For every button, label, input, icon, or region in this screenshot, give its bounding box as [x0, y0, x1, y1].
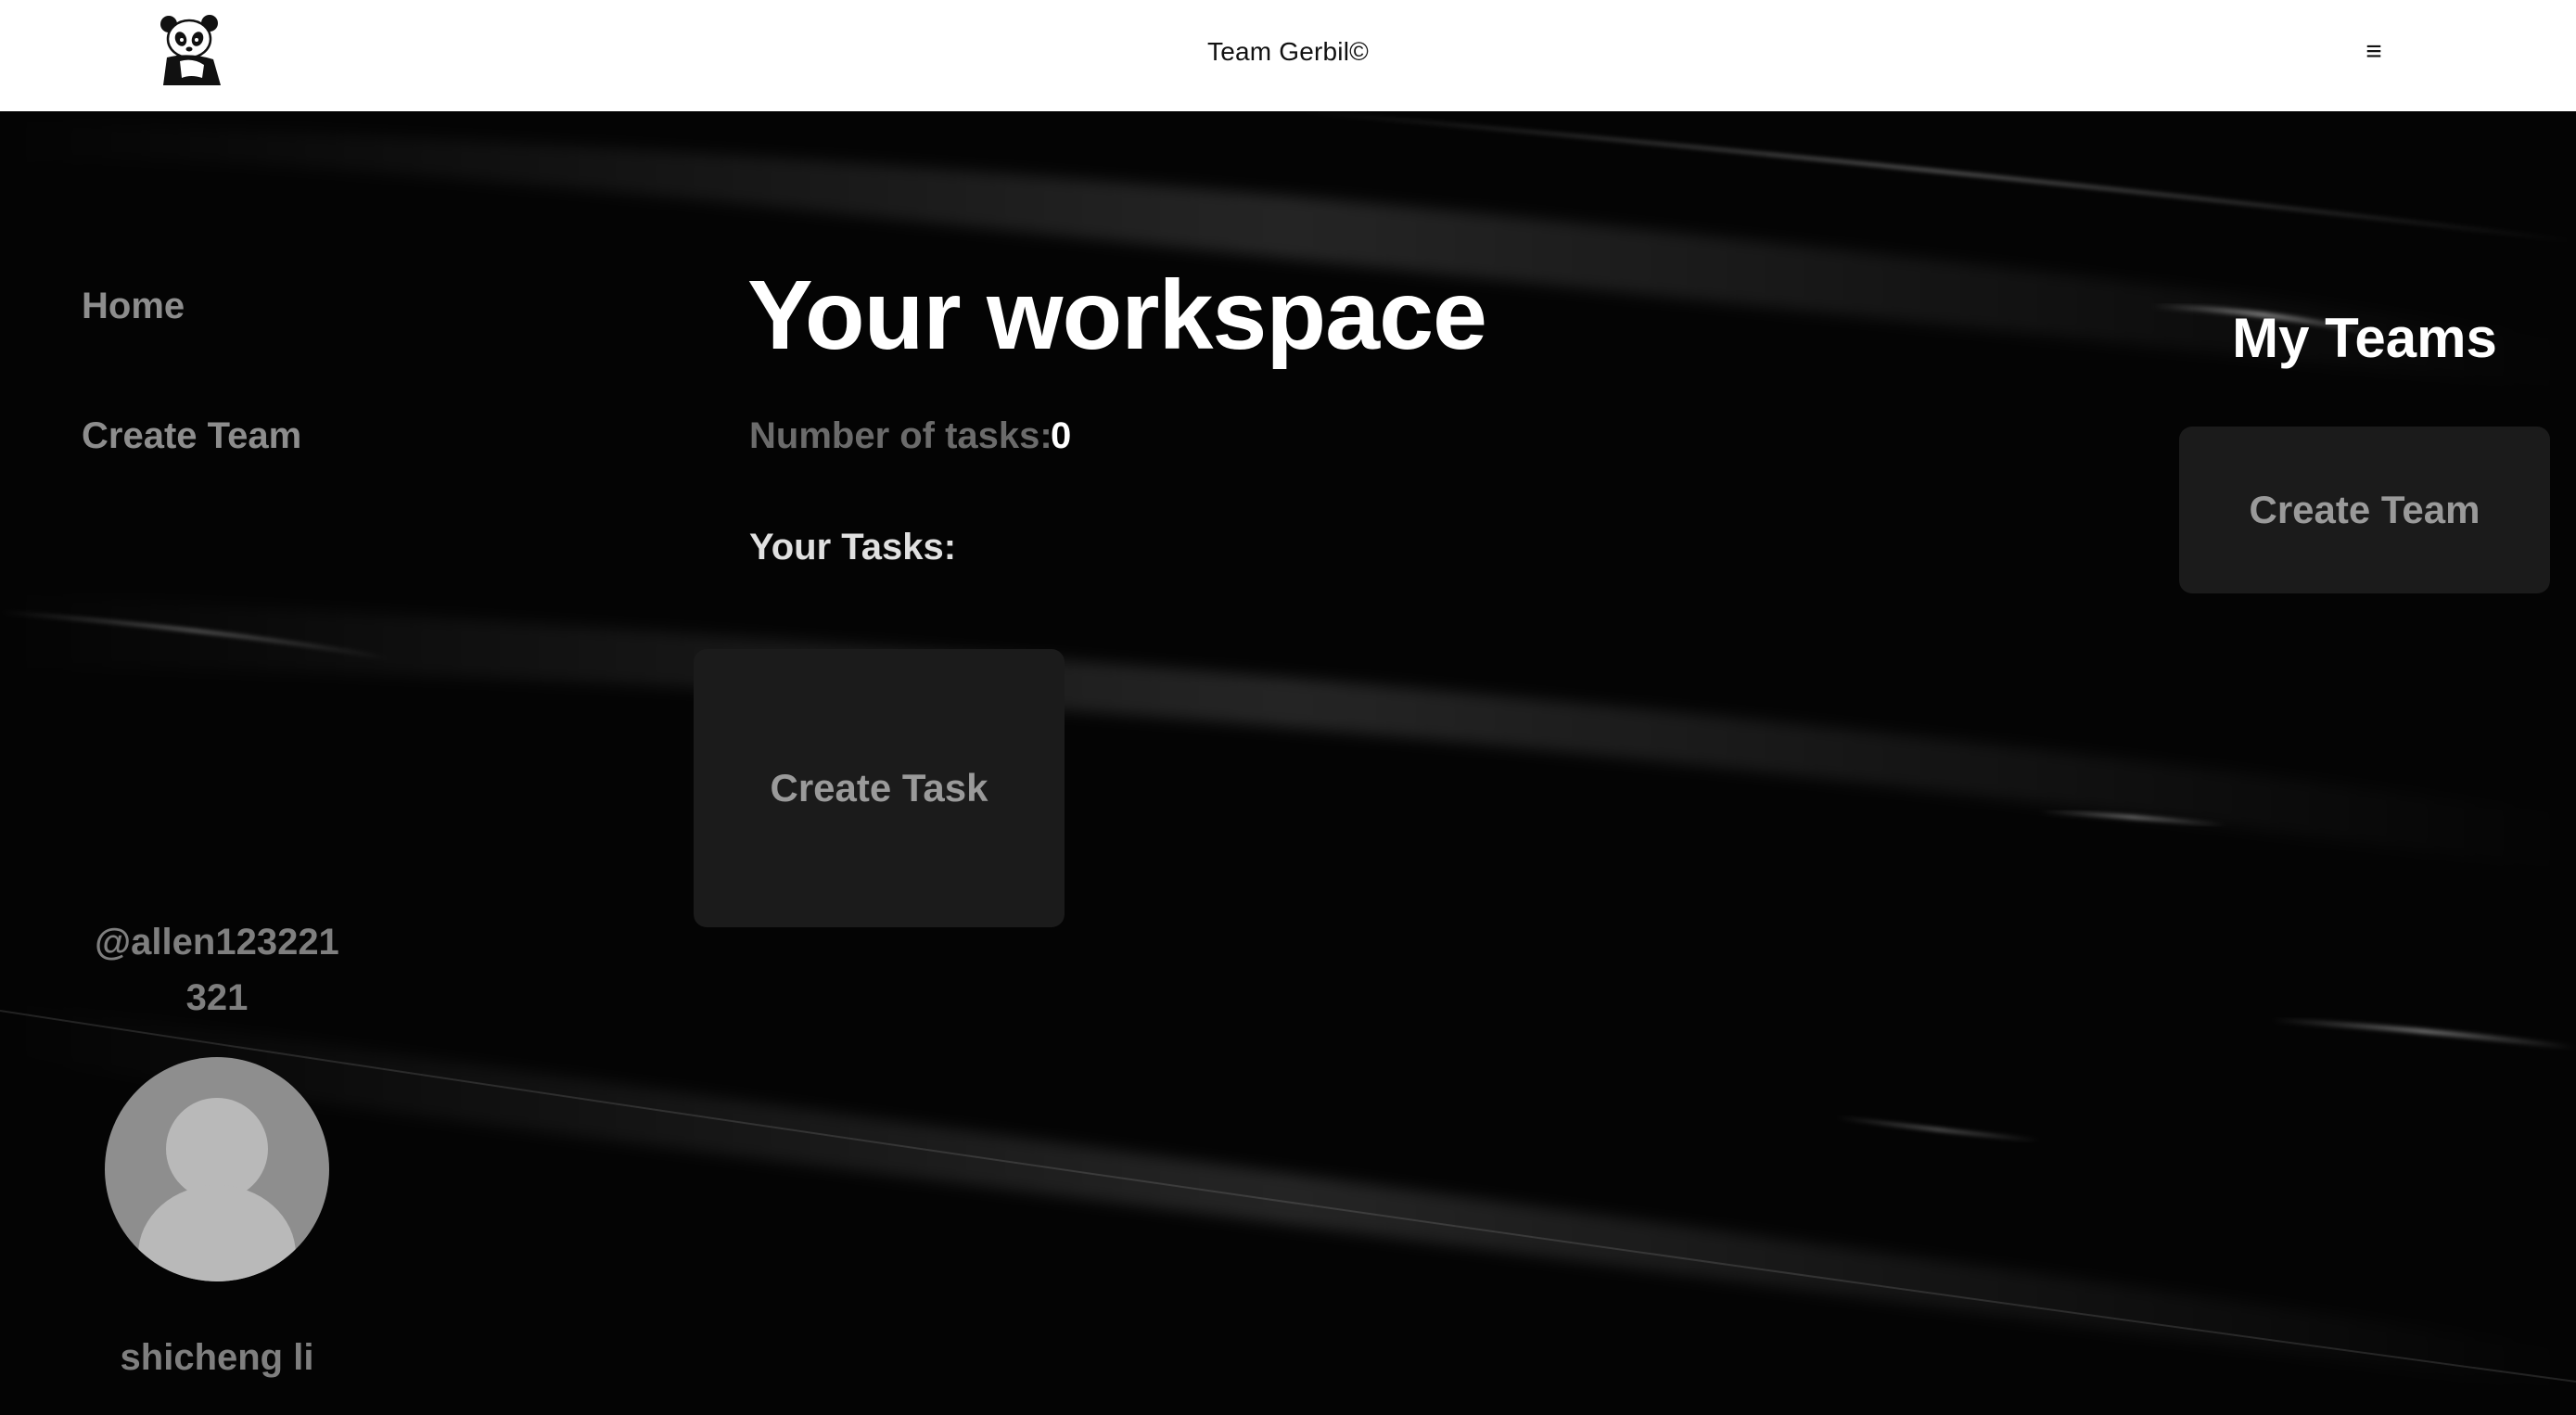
hamburger-menu-icon[interactable]: ≡ [2355, 33, 2392, 70]
task-count-label: Number of tasks: [749, 415, 1052, 456]
avatar-body-shape [138, 1185, 296, 1281]
sidebar-item-create-team[interactable]: Create Team [82, 415, 301, 457]
my-teams-heading: My Teams [2232, 307, 2497, 369]
top-navbar: Team Gerbil© ≡ [0, 0, 2576, 111]
sidebar-item-home[interactable]: Home [82, 286, 185, 327]
page-title: Your workspace [747, 261, 1487, 370]
default-avatar-icon[interactable] [105, 1057, 329, 1281]
task-count-value: 0 [1051, 415, 1072, 456]
tasks-heading: Your Tasks: [749, 527, 957, 567]
create-task-button[interactable]: Create Task [694, 649, 1065, 927]
profile-username: @allen123221321 [95, 922, 339, 1018]
brand-title: Team Gerbil© [1207, 37, 1369, 66]
create-team-button[interactable]: Create Team [2179, 427, 2550, 593]
workspace-area: Home Create Team @allen123221321 shichen… [0, 111, 2576, 1415]
profile-name: shicheng li [120, 1337, 314, 1378]
